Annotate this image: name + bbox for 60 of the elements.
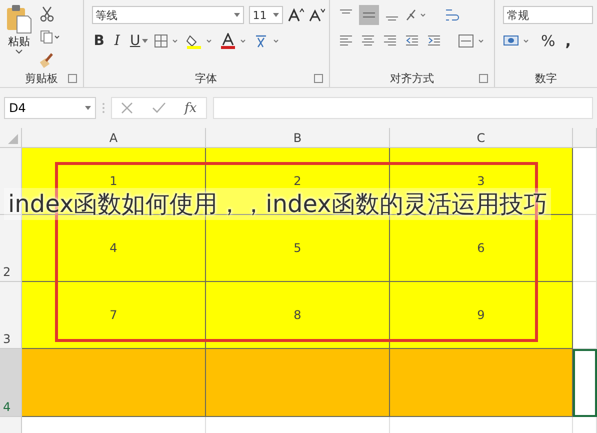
table-cell: 5 — [206, 215, 390, 282]
increase-font-size-icon[interactable] — [288, 8, 304, 22]
table-cell: 7 — [22, 282, 206, 349]
name-box[interactable]: D4 — [4, 97, 96, 119]
column-header[interactable]: B — [206, 128, 390, 148]
table-cell: 4 — [22, 215, 206, 282]
dialog-launcher-icon[interactable] — [479, 74, 488, 83]
formula-input[interactable] — [213, 97, 593, 119]
row-header[interactable]: 2 — [0, 215, 22, 282]
align-right-icon[interactable] — [382, 34, 398, 48]
borders-icon[interactable] — [154, 34, 180, 48]
font-size-select[interactable]: 11 — [248, 6, 283, 24]
font-name-select[interactable]: 等线 — [92, 6, 244, 24]
comma-button[interactable]: , — [563, 32, 573, 50]
fill-color-icon[interactable] — [186, 33, 214, 49]
percent-button[interactable]: % — [539, 32, 558, 50]
caret-icon — [272, 13, 279, 17]
insert-function-button[interactable]: fx — [184, 100, 197, 116]
number-format-select[interactable]: 常规 — [503, 6, 593, 24]
column-header[interactable]: C — [390, 128, 573, 148]
grip-icon — [102, 102, 105, 114]
cancel-icon[interactable] — [121, 102, 134, 114]
table-cell: 9 — [390, 282, 573, 349]
corner-triangle-icon — [8, 134, 18, 144]
caret-icon — [234, 13, 240, 17]
group-label: 字体 — [195, 70, 218, 86]
decrease-font-size-icon[interactable] — [308, 8, 325, 22]
group-label: 剪贴板 — [24, 70, 58, 86]
merge-cells-icon[interactable] — [458, 34, 486, 48]
middle-align-icon[interactable] — [358, 5, 379, 25]
format-painter-icon[interactable] — [40, 52, 54, 68]
dialog-launcher-icon[interactable] — [68, 74, 77, 83]
cut-icon[interactable] — [40, 6, 54, 22]
paste-button[interactable]: 粘贴 — [4, 4, 34, 69]
italic-button[interactable]: I — [112, 33, 122, 49]
caret-icon — [15, 49, 23, 54]
increase-indent-icon[interactable] — [426, 34, 442, 48]
column-header[interactable]: A — [22, 128, 206, 148]
table-cell — [573, 148, 597, 215]
decrease-indent-icon[interactable] — [404, 34, 420, 48]
table-cell — [573, 282, 597, 349]
table-cell: 6 — [390, 215, 573, 282]
clipboard-icon — [6, 4, 32, 34]
row-header[interactable]: 4 — [0, 349, 22, 417]
table-cell: 8 — [206, 282, 390, 349]
font-color-icon[interactable] — [220, 33, 248, 49]
caret-icon[interactable] — [142, 39, 148, 43]
group-label: 对齐方式 — [390, 70, 434, 86]
align-left-icon[interactable] — [338, 34, 354, 48]
caret-icon — [85, 106, 91, 110]
underline-button[interactable]: U — [128, 33, 142, 49]
group-label: 数字 — [535, 70, 557, 86]
dialog-launcher-icon[interactable] — [314, 74, 323, 83]
table-cell — [573, 215, 597, 282]
bold-button[interactable]: B — [92, 33, 106, 49]
table-cell — [573, 349, 597, 417]
copy-icon[interactable] — [40, 30, 60, 44]
row-header[interactable]: 3 — [0, 282, 22, 349]
confirm-icon[interactable] — [152, 102, 166, 114]
align-center-icon[interactable] — [360, 34, 376, 48]
